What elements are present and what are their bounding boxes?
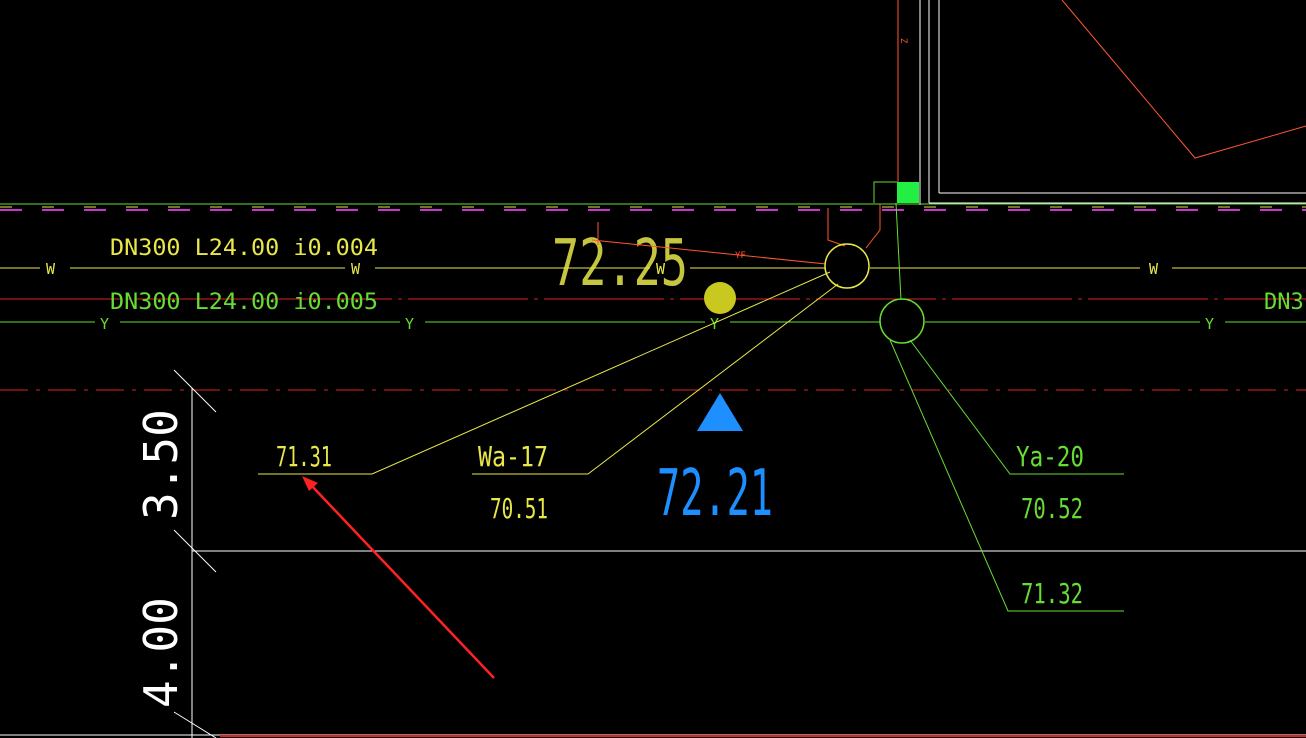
dimension-lower-label: 4.00 xyxy=(134,597,188,708)
yf-label: YF xyxy=(735,251,746,261)
leader-line-ya20-ground xyxy=(889,339,1124,612)
pipe-annotation-y: DN300 L24.00 i0.005 xyxy=(110,290,378,315)
service-line-z-label: Z xyxy=(898,38,908,44)
survey-elevation-label: 72.21 xyxy=(657,457,773,531)
pipe-annotation-w: DN300 L24.00 i0.004 xyxy=(110,236,378,261)
sewer-line-w-label: W xyxy=(351,260,361,278)
elevation-top-label: 72.25 xyxy=(552,227,688,301)
manhole-wa17-invert: 70.51 xyxy=(490,492,548,525)
sewer-line-w-label: W xyxy=(1149,260,1159,278)
building-outline xyxy=(928,0,1306,204)
sewer-manhole-wa17[interactable] xyxy=(824,243,870,289)
storm-line-y-label: Y xyxy=(405,315,414,333)
dimension-upper-label: 3.50 xyxy=(134,409,188,520)
manhole-ya20-invert: 70.52 xyxy=(1021,492,1083,525)
yellow-point-marker[interactable] xyxy=(704,282,736,314)
service-box-outline xyxy=(873,181,897,203)
storm-manhole-ya20[interactable] xyxy=(879,298,925,344)
building-roof-line xyxy=(1061,0,1306,159)
ground-elevation-left: 71.31 xyxy=(276,440,332,473)
red-arrow-annotation xyxy=(302,476,495,679)
survey-point-triangle[interactable] xyxy=(697,393,743,431)
manhole-ya20-id: Ya-20 xyxy=(1016,440,1084,473)
sewer-line-w-label: W xyxy=(46,260,56,278)
storm-branch-line xyxy=(895,202,902,301)
storm-line-y-label: Y xyxy=(100,315,109,333)
connection-box-green xyxy=(897,182,919,203)
manhole-ya20-ground: 71.32 xyxy=(1021,577,1083,610)
cad-drawing-canvas[interactable]: Z W W W W Y Y Y Y DN300 L24.00 i0.004 DN… xyxy=(0,0,1306,738)
pipe-annotation-y-right: DN3 xyxy=(1264,290,1304,315)
service-connection-orange xyxy=(865,204,881,249)
storm-line-y-label: Y xyxy=(1205,315,1214,333)
service-connection-orange xyxy=(827,208,846,247)
manhole-wa17-id: Wa-17 xyxy=(478,440,548,473)
